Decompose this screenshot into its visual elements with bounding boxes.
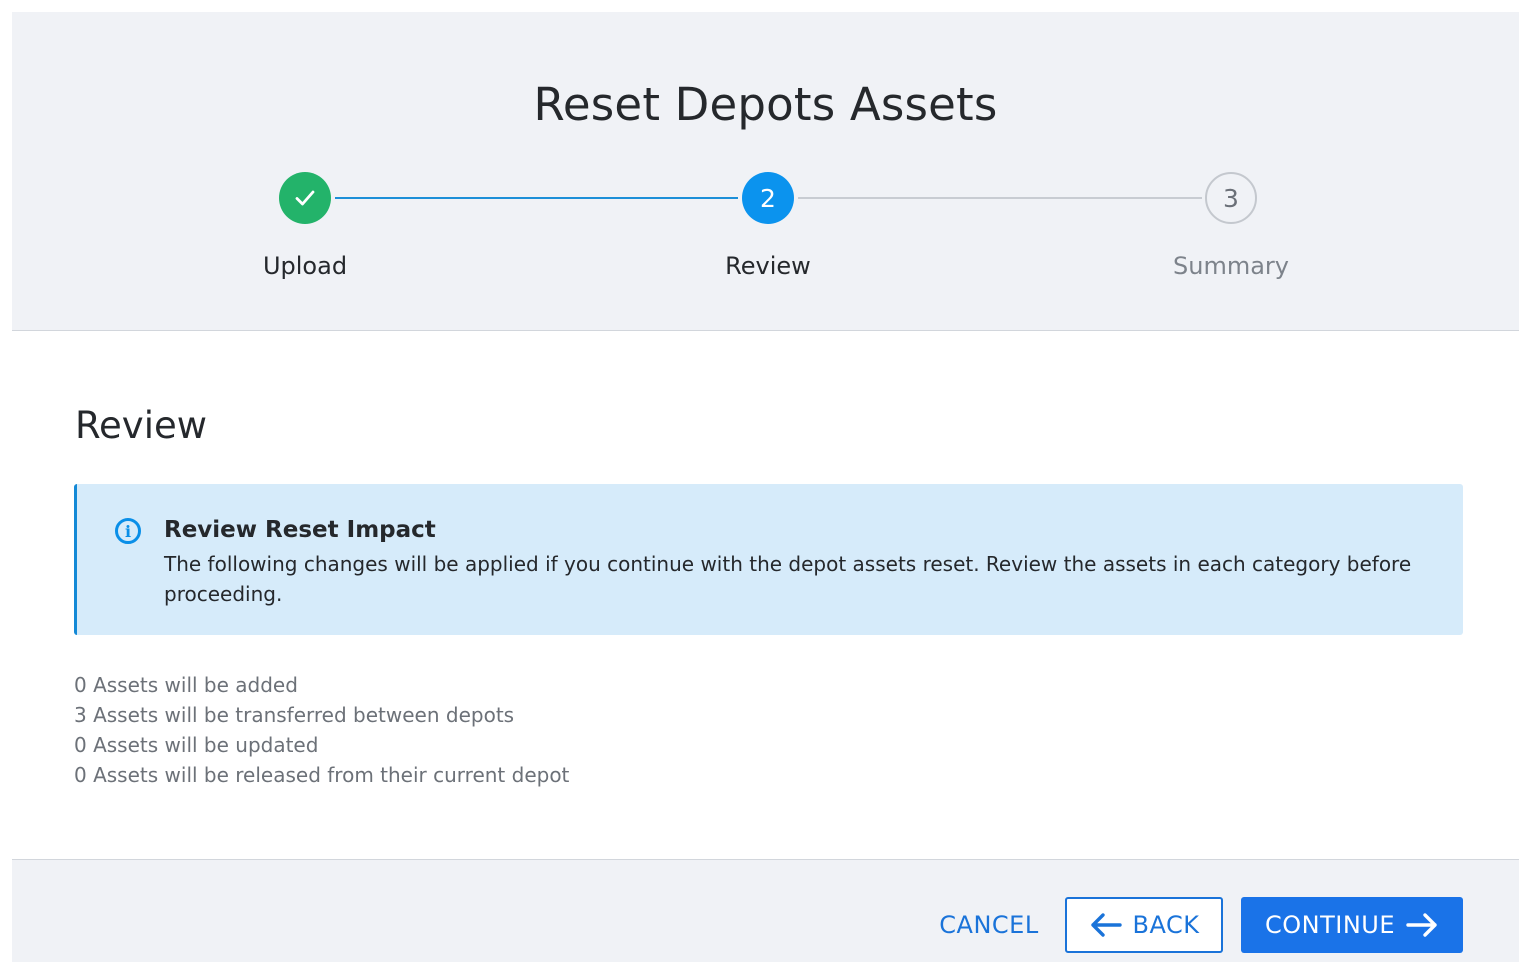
back-button[interactable]: BACK	[1065, 897, 1223, 953]
dialog: Reset Depots Assets 2 3 Upload Review Su…	[12, 12, 1519, 962]
impact-list: 0 Assets will be added 3 Assets will be …	[74, 670, 569, 790]
cancel-button[interactable]: CANCEL	[924, 897, 1054, 953]
impact-item-updated: 0 Assets will be updated	[74, 733, 319, 757]
stepper: 2 3 Upload Review Summary	[12, 12, 1519, 331]
alert-title: Review Reset Impact	[164, 517, 436, 543]
continue-button[interactable]: CONTINUE	[1241, 897, 1463, 953]
info-alert: i Review Reset Impact The following chan…	[74, 484, 1463, 635]
step-upload-indicator	[279, 172, 331, 224]
step-review-label: Review	[725, 252, 811, 280]
impact-item-transferred: 3 Assets will be transferred between dep…	[74, 703, 515, 727]
continue-button-label: CONTINUE	[1264, 911, 1396, 939]
step-summary-label: Summary	[1173, 252, 1289, 280]
check-icon	[295, 190, 315, 206]
impact-item-released: 0 Assets will be released from their cur…	[74, 763, 570, 787]
arrow-left-icon	[1090, 913, 1122, 937]
step-upload-label: Upload	[262, 252, 348, 280]
back-button-label: BACK	[1132, 911, 1200, 939]
step-review-indicator: 2	[742, 172, 794, 224]
info-icon: i	[115, 518, 141, 544]
impact-item-added: 0 Assets will be added	[74, 673, 298, 697]
dialog-footer: CANCEL BACK CONTINUE	[12, 859, 1519, 962]
alert-message: The following changes will be applied if…	[164, 552, 1412, 606]
arrow-right-icon	[1406, 913, 1437, 937]
stepper-connector-complete	[335, 197, 738, 199]
step-summary-indicator: 3	[1205, 172, 1257, 224]
dialog-header: Reset Depots Assets 2 3 Upload Review Su…	[12, 12, 1519, 331]
stepper-connector-pending	[798, 197, 1202, 199]
section-title: Review	[75, 404, 208, 447]
cancel-button-label: CANCEL	[939, 911, 1039, 939]
